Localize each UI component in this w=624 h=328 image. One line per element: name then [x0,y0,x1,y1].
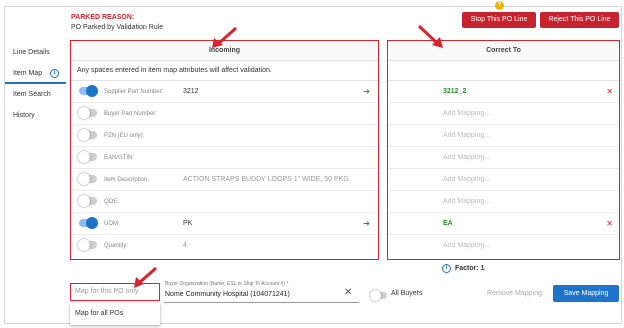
add-mapping-field[interactable]: Add Mapping... [443,169,490,191]
quantity-toggle[interactable] [78,239,97,251]
row-label: QOE: [104,199,120,205]
sidebar: Line Details Item Map i Item Search Hist… [5,42,66,126]
reject-po-line-button[interactable]: Reject This PO Line [540,12,619,28]
stop-po-line-button[interactable]: Stop This PO Line [462,12,536,28]
buyer-organization-label: Buyer Organization (Name, ESL or Ship To… [165,281,289,287]
mapping-row-quantity: Add Mapping... [388,235,619,257]
mapping-row-description: Add Mapping... [388,169,619,191]
mapping-row-uom: EA ✕ [388,213,619,235]
mapping-row-ean: Add Mapping... [388,147,619,169]
row-label: EAN/GTIN: [104,155,135,161]
row-label: UOM: [104,221,120,227]
attribute-row-pzn: PZN (EU only): [71,125,378,147]
row-value: 3212 [183,88,199,95]
sidebar-item-history[interactable]: History [5,105,66,126]
clear-icon[interactable]: ✕ [344,287,352,298]
ean-toggle[interactable] [78,151,97,163]
attribute-row-uom: UOM: PK ➔ [71,213,378,235]
sidebar-item-label: Item Map [13,70,43,77]
correct-to-panel: Correct To 3212_2 ✕ Add Mapping... Add M… [387,40,620,260]
add-mapping-field[interactable]: Add Mapping... [443,235,490,257]
qoe-toggle[interactable] [78,195,97,207]
attribute-row-ean: EAN/GTIN: [71,147,378,169]
attribute-row-quantity: Quantity: 4 [71,235,378,257]
row-value: PK [183,220,193,227]
mapping-row-pzn: Add Mapping... [388,125,619,147]
validation-notice: Any spaces entered in item map attribute… [71,61,378,81]
parked-reason-title: PARKED REASON: [71,14,135,21]
attribute-row-buyer-part: Buyer Part Number: [71,103,378,125]
row-label: PZN (EU only): [104,133,145,139]
all-buyers-toggle[interactable] [370,290,387,301]
remove-mapping-icon[interactable]: ✕ [606,81,613,103]
annotation-arrow-icon [212,26,237,48]
buyer-part-toggle[interactable] [78,107,97,119]
mapping-row-qoe: Add Mapping... [388,191,619,213]
info-icon[interactable]: i [442,264,451,273]
sidebar-item-label: History [13,112,35,119]
pzn-toggle[interactable] [78,129,97,141]
parked-reason-text: PO Parked by Validation Rule [71,24,164,31]
map-scope-option-all-pos[interactable]: Map for all POs [70,303,160,325]
factor-label: Factor: 1 [455,265,485,272]
incoming-panel: Incoming Any spaces entered in item map … [70,40,379,260]
supplier-part-toggle[interactable] [79,85,98,97]
save-mapping-button[interactable]: Save Mapping [553,285,619,302]
annotation-arrow-icon [134,266,157,288]
description-toggle[interactable] [78,173,97,185]
row-label: Quantity: [104,243,129,249]
sidebar-item-label: Line Details [13,49,50,56]
add-mapping-field[interactable]: Add Mapping... [443,191,490,213]
remove-mapping-button[interactable]: Remove Mapping [487,290,542,297]
attribute-row-qoe: QOE: [71,191,378,213]
mapping-value[interactable]: EA [443,213,453,235]
mapping-row-buyer-part: Add Mapping... [388,103,619,125]
mapping-value[interactable]: 3212_2 [443,81,466,103]
arrow-right-icon: ➔ [363,87,370,96]
help-icon[interactable]: ? [495,1,504,10]
sidebar-item-item-map[interactable]: Item Map i [5,63,66,84]
add-mapping-field[interactable]: Add Mapping... [443,125,490,147]
sidebar-item-item-search[interactable]: Item Search [5,84,66,105]
row-label: Buyer Part Number: [104,111,158,117]
attribute-row-supplier-part: Supplier Part Number: 3212 ➔ [71,81,378,103]
row-value: ACTION STRAPS BUDDY LOOPS 1" WIDE, 50 PK… [183,176,349,183]
row-label: Item Description: [104,177,150,183]
row-value: 4 [183,242,187,249]
annotation-arrow-icon [417,24,443,48]
sidebar-item-line-details[interactable]: Line Details [5,42,66,63]
mapping-row-supplier-part: 3212_2 ✕ [388,81,619,103]
add-mapping-field[interactable]: Add Mapping... [443,147,490,169]
all-buyers-label: All Buyers [391,290,423,297]
add-mapping-field[interactable]: Add Mapping... [443,103,490,125]
arrow-right-icon: ➔ [363,219,370,228]
attribute-row-description: Item Description: ACTION STRAPS BUDDY LO… [71,169,378,191]
info-icon[interactable]: i [50,69,59,78]
remove-mapping-icon[interactable]: ✕ [606,213,613,235]
sidebar-item-label: Item Search [13,91,51,98]
uom-toggle[interactable] [79,217,98,229]
row-label: Supplier Part Number: [104,89,164,95]
buyer-organization-input[interactable]: Nome Community Hospital (104071241) [165,291,290,298]
